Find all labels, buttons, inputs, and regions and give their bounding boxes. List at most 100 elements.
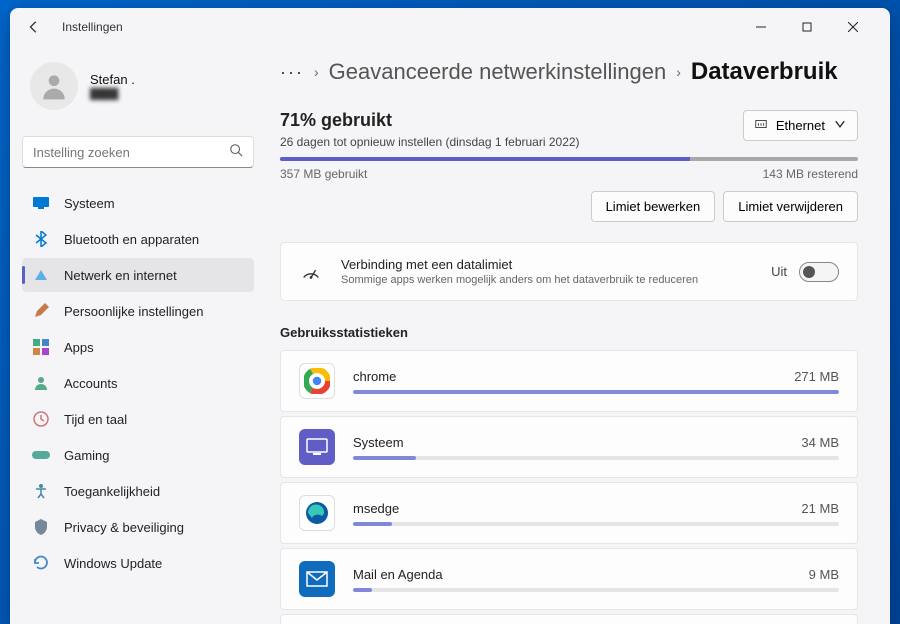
back-button[interactable] [24,17,44,37]
apps-icon [32,338,50,356]
connection-label: Ethernet [776,118,825,133]
usage-progress-bar [280,157,858,161]
main-panel: ··· › Geavanceerde netwerkinstellingen ›… [266,46,890,624]
stat-amount: 21 MB [801,501,839,516]
stat-bar [353,390,839,394]
minimize-button[interactable] [738,11,784,43]
sidebar-item-label: Accounts [64,376,117,391]
stat-item[interactable]: Mail en Agenda 9 MB [280,548,858,610]
maximize-button[interactable] [784,11,830,43]
stat-fill [353,390,839,394]
user-account-row[interactable]: Stefan . ████ [22,54,254,118]
window-title: Instellingen [62,20,123,34]
chevron-down-icon [833,117,847,134]
sidebar-item-privacy[interactable]: Privacy & beveiliging [22,510,254,544]
titlebar: Instellingen [10,8,890,46]
stats-section-title: Gebruiksstatistieken [280,325,858,340]
window-controls [738,11,876,43]
stat-amount: 34 MB [801,435,839,450]
edit-limit-button[interactable]: Limiet bewerken [591,191,716,222]
stat-name: msedge [353,501,399,516]
breadcrumb-more-icon[interactable]: ··· [280,62,304,83]
system-app-icon [299,429,335,465]
sidebar-item-accounts[interactable]: Accounts [22,366,254,400]
user-name: Stefan . [90,72,135,87]
stat-item[interactable]: Systeem 34 MB [280,416,858,478]
sidebar-item-network[interactable]: Netwerk en internet [22,258,254,292]
accounts-icon [32,374,50,392]
sidebar-item-label: Netwerk en internet [64,268,177,283]
usage-used-label: 357 MB gebruikt [280,167,367,181]
search-icon [229,143,243,162]
sidebar-item-bluetooth[interactable]: Bluetooth en apparaten [22,222,254,256]
metered-state-label: Uit [771,264,787,279]
stat-fill [353,522,392,526]
mail-app-icon [299,561,335,597]
remove-limit-button[interactable]: Limiet verwijderen [723,191,858,222]
usage-percent-title: 71% gebruikt [280,110,580,131]
stat-item[interactable]: chrome 271 MB [280,350,858,412]
stat-name: Systeem [353,435,404,450]
avatar [30,62,78,110]
ethernet-icon [754,117,768,134]
stat-amount: 271 MB [794,369,839,384]
system-icon [32,194,50,212]
stat-name: chrome [353,369,396,384]
search-input[interactable] [33,145,229,160]
time-icon [32,410,50,428]
stat-bar [353,522,839,526]
chrome-app-icon [299,363,335,399]
page-title: Dataverbruik [691,58,838,86]
settings-window: Instellingen Stefan . ████ SysteemBlue [10,8,890,624]
nav: Systeem Bluetooth en apparaten Netwerk en … [22,186,254,580]
sidebar-item-label: Apps [64,340,94,355]
sidebar-item-label: Gaming [64,448,110,463]
stat-name: Mail en Agenda [353,567,443,582]
sidebar-item-label: Persoonlijke instellingen [64,304,203,319]
sidebar: Stefan . ████ Systeem Bluetooth en appara… [10,46,266,624]
breadcrumb: ··· › Geavanceerde netwerkinstellingen ›… [280,58,858,86]
sidebar-item-gaming[interactable]: Gaming [22,438,254,472]
sidebar-item-label: Tijd en taal [64,412,127,427]
breadcrumb-parent[interactable]: Geavanceerde netwerkinstellingen [329,59,667,85]
sidebar-item-accessibility[interactable]: Toegankelijkheid [22,474,254,508]
metered-connection-card: Verbinding met een datalimiet Sommige ap… [280,242,858,301]
sidebar-item-label: Bluetooth en apparaten [64,232,199,247]
chevron-right-icon: › [314,64,319,80]
stats-list: chrome 271 MB Systeem 34 MB msedge 21 MB Mail … [280,350,858,624]
search-box[interactable] [22,136,254,168]
sidebar-item-label: Windows Update [64,556,162,571]
usage-remaining-label: 143 MB resterend [763,167,858,181]
privacy-icon [32,518,50,536]
stat-amount: 9 MB [809,567,839,582]
sidebar-item-time[interactable]: Tijd en taal [22,402,254,436]
sidebar-item-system[interactable]: Systeem [22,186,254,220]
metered-toggle[interactable] [799,262,839,282]
stat-fill [353,588,372,592]
usage-progress-fill [280,157,690,161]
connection-selector[interactable]: Ethernet [743,110,858,141]
chevron-right-icon: › [676,64,681,80]
sidebar-item-label: Privacy & beveiliging [64,520,184,535]
personalize-icon [32,302,50,320]
stat-bar [353,456,839,460]
update-icon [32,554,50,572]
close-button[interactable] [830,11,876,43]
content: Stefan . ████ Systeem Bluetooth en appara… [10,46,890,624]
limit-buttons: Limiet bewerken Limiet verwijderen [280,191,858,222]
gaming-icon [32,446,50,464]
sidebar-item-personalize[interactable]: Persoonlijke instellingen [22,294,254,328]
gauge-icon [299,260,323,284]
bluetooth-icon [32,230,50,248]
user-email: ████ [90,89,135,100]
usage-reset-subtitle: 26 dagen tot opnieuw instellen (dinsdag … [280,135,580,149]
sidebar-item-label: Toegankelijkheid [64,484,160,499]
edge-app-icon [299,495,335,531]
accessibility-icon [32,482,50,500]
network-icon [32,266,50,284]
sidebar-item-update[interactable]: Windows Update [22,546,254,580]
sidebar-item-label: Systeem [64,196,115,211]
stat-item[interactable]: TMicrosoft Teams7 MB [280,614,858,624]
stat-item[interactable]: msedge 21 MB [280,482,858,544]
sidebar-item-apps[interactable]: Apps [22,330,254,364]
